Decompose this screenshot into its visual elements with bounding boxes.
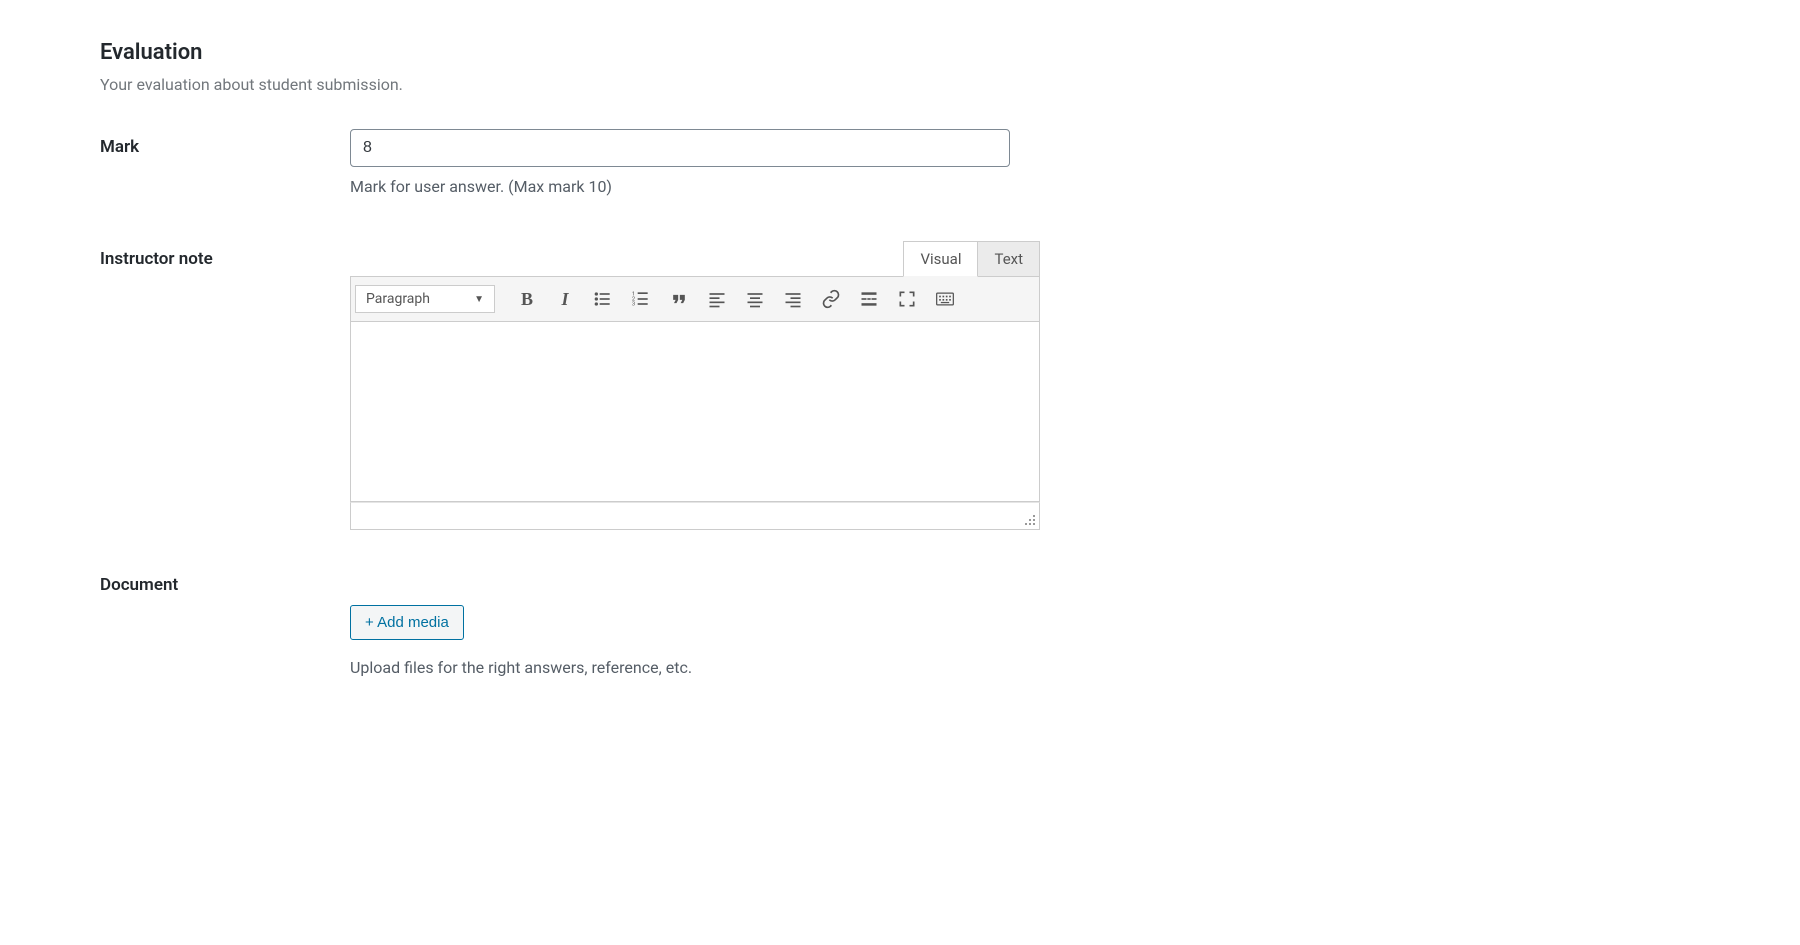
read-more-button[interactable] [851, 281, 887, 317]
bold-button[interactable]: B [509, 281, 545, 317]
bullet-list-icon [593, 289, 613, 309]
rich-text-editor: Visual Text Paragraph ▼ B I 123 [350, 241, 1040, 530]
numbered-list-icon: 123 [631, 289, 651, 309]
align-center-button[interactable] [737, 281, 773, 317]
italic-button[interactable]: I [547, 281, 583, 317]
editor-toolbar: Paragraph ▼ B I 123 [350, 276, 1040, 322]
section-title: Evaluation [100, 40, 1700, 65]
blockquote-button[interactable] [661, 281, 697, 317]
fullscreen-icon [897, 289, 917, 309]
instructor-note-label: Instructor note [100, 241, 350, 269]
editor-statusbar [350, 502, 1040, 530]
section-description: Your evaluation about student submission… [100, 75, 1700, 94]
align-right-icon [783, 289, 803, 309]
block-format-select[interactable]: Paragraph ▼ [355, 285, 495, 313]
keyboard-icon [935, 289, 955, 309]
mark-input[interactable] [350, 129, 1010, 167]
add-media-button[interactable]: + Add media [350, 605, 464, 640]
align-left-button[interactable] [699, 281, 735, 317]
svg-text:3: 3 [632, 302, 635, 308]
block-format-label: Paragraph [366, 291, 430, 307]
link-button[interactable] [813, 281, 849, 317]
document-control: + Add media Upload files for the right a… [350, 575, 1010, 677]
evaluation-section: Evaluation Your evaluation about student… [100, 40, 1700, 677]
editor-content-area[interactable] [350, 322, 1040, 502]
fullscreen-button[interactable] [889, 281, 925, 317]
read-more-icon [859, 289, 879, 309]
mark-label: Mark [100, 129, 350, 157]
align-right-button[interactable] [775, 281, 811, 317]
editor-tabs: Visual Text [350, 241, 1040, 277]
document-help: Upload files for the right answers, refe… [350, 658, 1010, 677]
tab-text[interactable]: Text [978, 241, 1040, 277]
link-icon [821, 289, 841, 309]
numbered-list-button[interactable]: 123 [623, 281, 659, 317]
bullet-list-button[interactable] [585, 281, 621, 317]
mark-row: Mark Mark for user answer. (Max mark 10) [100, 129, 1700, 196]
mark-control: Mark for user answer. (Max mark 10) [350, 129, 1010, 196]
document-row: Document + Add media Upload files for th… [100, 575, 1700, 677]
align-center-icon [745, 289, 765, 309]
instructor-note-row: Instructor note Visual Text Paragraph ▼ … [100, 241, 1700, 530]
mark-help: Mark for user answer. (Max mark 10) [350, 177, 1010, 196]
toolbar-toggle-button[interactable] [927, 281, 963, 317]
tab-visual[interactable]: Visual [903, 241, 978, 277]
caret-down-icon: ▼ [474, 294, 484, 305]
align-left-icon [707, 289, 727, 309]
quote-icon [669, 289, 689, 309]
resize-handle[interactable] [1023, 513, 1037, 527]
document-label: Document [100, 575, 350, 595]
